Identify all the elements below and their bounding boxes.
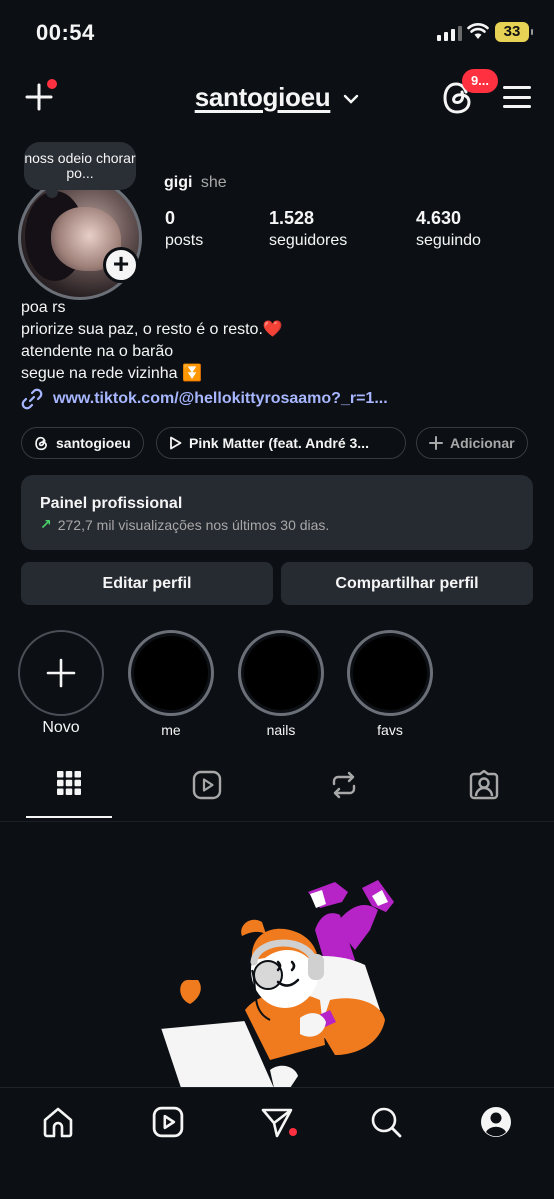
bio: poa rs priorize sua paz, o resto é o res… xyxy=(21,297,283,385)
divider xyxy=(0,821,554,822)
status-time: 00:54 xyxy=(36,20,95,45)
edit-profile-button[interactable]: Editar perfil xyxy=(21,562,273,605)
stat-posts[interactable]: 0 posts xyxy=(165,208,203,250)
repost-icon xyxy=(332,771,356,799)
share-profile-button[interactable]: Compartilhar perfil xyxy=(281,562,533,605)
stat-label: seguidores xyxy=(269,232,348,249)
highlight-label: Novo xyxy=(42,719,80,736)
empty-state-illustration xyxy=(150,870,410,1089)
bio-line: atendente na o barão xyxy=(21,343,174,360)
profile-icon xyxy=(481,1107,511,1137)
link-icon xyxy=(21,388,43,410)
highlight-cover xyxy=(244,636,318,710)
music-chip[interactable]: Pink Matter (feat. André 3... xyxy=(156,427,406,459)
stat-followers[interactable]: 1.528 seguidores xyxy=(269,208,347,250)
chip-label: Pink Matter (feat. André 3... xyxy=(189,435,369,451)
search-icon xyxy=(371,1107,402,1138)
nav-search[interactable] xyxy=(366,1102,406,1142)
display-name: gigi xyxy=(164,174,193,191)
link-text: www.tiktok.com/@hellokittyrosaamo?_r=1..… xyxy=(53,390,388,407)
tagged-icon xyxy=(469,770,499,800)
stat-value: 4.630 xyxy=(416,208,462,228)
note-bubble[interactable]: noss odeio chorar po... xyxy=(24,142,136,198)
bio-line: poa rs xyxy=(21,299,66,316)
panel-title: Painel profissional xyxy=(40,495,183,512)
panel-subtitle: ↗ 272,7 mil visualizações nos últimos 30… xyxy=(40,516,514,533)
tab-tagged[interactable] xyxy=(428,770,540,818)
professional-dashboard[interactable]: Painel profissional ↗ 272,7 mil visualiz… xyxy=(21,475,533,550)
highlight-ring xyxy=(128,630,214,716)
nav-reels[interactable] xyxy=(148,1102,188,1142)
highlight-label: favs xyxy=(377,722,403,738)
stat-following[interactable]: 4.630 seguindo xyxy=(416,208,481,250)
stat-value: 1.528 xyxy=(269,208,315,228)
panel-subtitle-text: 272,7 mil visualizações nos últimos 30 d… xyxy=(57,516,330,533)
highlight-favs[interactable]: favs xyxy=(347,630,433,738)
hamburger-icon xyxy=(503,86,531,89)
tab-grid[interactable] xyxy=(13,770,125,818)
grid-icon xyxy=(57,771,81,795)
battery-indicator: 33 xyxy=(495,22,533,42)
nav-profile[interactable] xyxy=(476,1102,516,1142)
highlight-label: me xyxy=(161,722,181,738)
stat-value: 0 xyxy=(165,208,176,228)
highlight-cover xyxy=(134,636,208,710)
tab-reels[interactable] xyxy=(151,770,263,818)
play-icon xyxy=(170,436,182,450)
bio-line: segue na rede vizinha ⏬ xyxy=(21,365,202,382)
highlight-new[interactable]: Novo xyxy=(18,630,104,737)
chip-label: Adicionar xyxy=(450,435,515,451)
home-icon xyxy=(43,1107,73,1138)
tab-reposts[interactable] xyxy=(288,770,400,818)
nav-home[interactable] xyxy=(38,1102,78,1142)
pronouns: she xyxy=(200,174,227,191)
wifi-icon xyxy=(467,22,489,45)
stat-label: posts xyxy=(165,232,204,249)
active-tab-indicator xyxy=(26,816,112,818)
highlight-label: nails xyxy=(266,722,296,738)
menu-button[interactable] xyxy=(503,86,531,108)
profile-name: gigi she xyxy=(164,174,227,192)
chevron-down-icon xyxy=(344,94,359,104)
plus-icon xyxy=(46,658,76,688)
signal-icon xyxy=(437,26,462,41)
highlight-ring xyxy=(238,630,324,716)
add-story-button[interactable]: + xyxy=(103,247,139,283)
stat-label: seguindo xyxy=(416,232,481,249)
add-chip[interactable]: Adicionar xyxy=(416,427,528,459)
highlight-ring xyxy=(347,630,433,716)
reels-icon xyxy=(152,1106,184,1138)
trend-up-icon: ↗ xyxy=(40,516,52,532)
highlight-ring xyxy=(18,630,104,716)
plus-icon xyxy=(429,436,443,450)
chip-label: santogioeu xyxy=(56,435,131,451)
threads-badge: 9... xyxy=(462,69,498,93)
highlight-me[interactable]: me xyxy=(128,630,214,738)
reels-icon xyxy=(192,770,222,800)
nav-direct[interactable] xyxy=(257,1102,297,1142)
notification-dot xyxy=(289,1128,297,1136)
highlight-nails[interactable]: nails xyxy=(238,630,324,738)
plus-icon: + xyxy=(112,248,130,279)
threads-icon xyxy=(35,436,47,450)
bio-link[interactable]: www.tiktok.com/@hellokittyrosaamo?_r=1..… xyxy=(21,388,388,410)
threads-chip[interactable]: santogioeu xyxy=(21,427,144,459)
bio-line: priorize sua paz, o resto é o resto.❤️ xyxy=(21,321,283,338)
highlight-cover xyxy=(353,636,427,710)
header-username: santogioeu xyxy=(194,82,331,112)
